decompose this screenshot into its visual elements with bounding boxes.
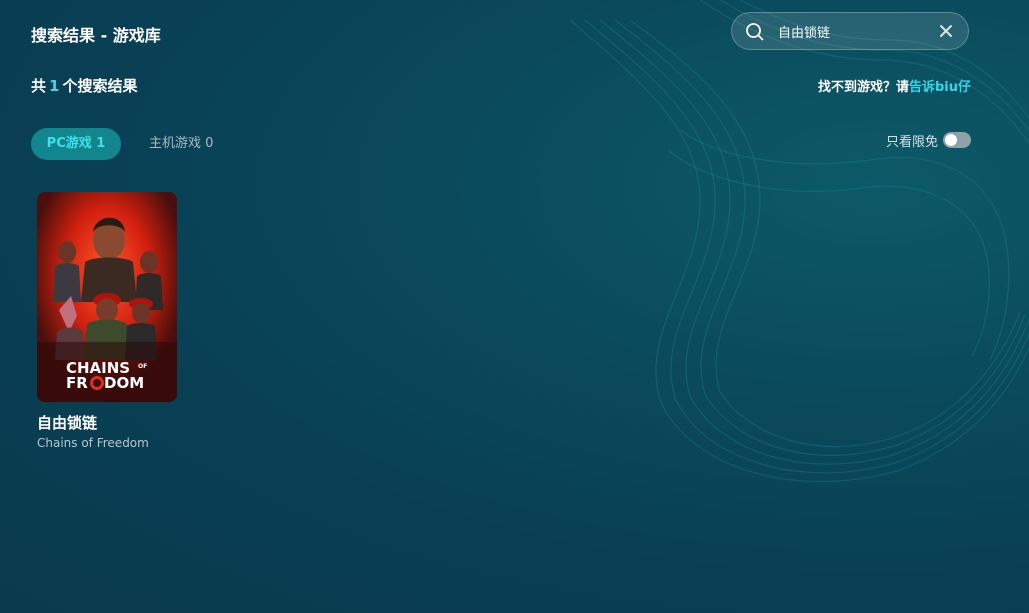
close-icon[interactable] [938,23,954,39]
free-only-toggle[interactable] [943,132,971,148]
toggle-knob [945,134,957,146]
feedback-link[interactable]: 告诉biu仔 [909,80,971,95]
tab-console-games[interactable]: 主机游戏 0 [149,128,213,160]
result-count: 共 1 个搜索结果 [31,75,137,96]
game-card[interactable]: CHAINS OF FR DOM 自由锁链 Chains of Freedom [37,192,177,450]
result-count-suffix: 个搜索结果 [62,77,138,95]
search-input[interactable] [778,21,928,41]
game-subtitle: Chains of Freedom [37,436,149,450]
feedback-text: 找不到游戏？请 [817,80,909,95]
game-title[interactable]: 自由锁链 [37,412,177,433]
feedback-prompt: 找不到游戏？请告诉biu仔 [818,76,971,95]
tab-pc-games[interactable]: PC游戏 1 [31,128,121,160]
cover-logo-line2b: DOM [104,374,144,392]
cover-artwork: CHAINS OF FR DOM [37,192,177,402]
result-count-prefix: 共 [31,77,47,95]
cover-logo-of: OF [138,363,147,370]
search-box[interactable] [731,12,969,50]
cover-logo-line2: FR [66,374,88,392]
page-title: 搜索结果 - 游戏库 [31,26,161,45]
free-only-label: 只看限免 [885,134,938,150]
result-count-number: 1 [49,77,60,95]
search-icon[interactable] [745,22,765,42]
game-cover-image[interactable]: CHAINS OF FR DOM [37,192,177,402]
free-only-filter: 只看限免 [886,130,971,150]
